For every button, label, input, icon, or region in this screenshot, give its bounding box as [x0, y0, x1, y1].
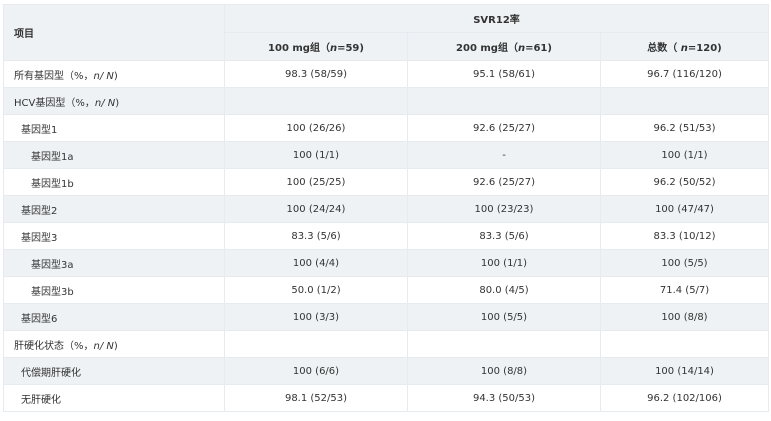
row-label: 基因型3	[3, 222, 225, 250]
table-row: 代偿期肝硬化 100 (6/6) 100 (8/8) 100 (14/14)	[3, 357, 770, 385]
row-value: 100 (5/5)	[407, 303, 601, 331]
row-value: 96.2 (50/52)	[599, 168, 770, 196]
row-value: 71.4 (5/7)	[599, 276, 770, 304]
row-label: 基因型1	[3, 114, 225, 142]
row-value: 100 (23/23)	[407, 195, 601, 223]
table-row: 基因型6 100 (3/3) 100 (5/5) 100 (8/8)	[3, 303, 770, 331]
table-row: 基因型1a 100 (1/1) -100 (1/1)	[3, 141, 770, 169]
row-value: 100 (5/5)	[599, 249, 770, 277]
row-value: 100 (1/1)	[599, 141, 770, 169]
row-label: 基因型3a	[3, 249, 225, 277]
table-row: 无肝硬化 98.1 (52/53) 94.3 (50/53) 96.2 (102/10…	[3, 384, 770, 412]
row-label: 无肝硬化	[3, 384, 225, 412]
row-value: 83.3 (5/6)	[407, 222, 601, 250]
row-value: 100 (14/14)	[599, 357, 770, 385]
row-value: -	[407, 141, 601, 169]
row-label: 代偿期肝硬化	[3, 357, 225, 385]
table-body: 所有基因型（%，n/ N) 98.3 (58/59) 95.1 (58/61) 96.…	[3, 60, 770, 412]
row-value: 94.3 (50/53)	[407, 384, 601, 412]
row-value: 95.1 (58/61)	[407, 60, 601, 88]
row-value	[224, 87, 408, 115]
row-value	[224, 330, 408, 358]
row-value: 100 (8/8)	[407, 357, 601, 385]
header-col-100mg: 100 mg组（n=59)	[224, 32, 408, 61]
row-value	[599, 87, 770, 115]
row-label: 所有基因型（%，n/ N)	[3, 60, 225, 88]
row-value: 98.3 (58/59)	[224, 60, 408, 88]
table-row: 所有基因型（%，n/ N) 98.3 (58/59) 95.1 (58/61) 96.…	[3, 60, 770, 88]
row-value: 100 (24/24)	[224, 195, 408, 223]
header-svr12: SVR12率	[223, 4, 770, 33]
row-value: 83.3 (10/12)	[599, 222, 770, 250]
row-value: 100 (26/26)	[224, 114, 408, 142]
row-value	[599, 330, 770, 358]
row-value: 100 (4/4)	[224, 249, 408, 277]
row-value: 98.1 (52/53)	[224, 384, 408, 412]
row-value: 100 (25/25)	[224, 168, 408, 196]
table-row: 基因型3b 50.0 (1/2) 80.0 (4/5) 71.4 (5/7)	[3, 276, 770, 304]
table-row: 基因型1b 100 (25/25) 92.6 (25/27) 96.2 (50/52)	[3, 168, 770, 196]
row-value: 100 (47/47)	[599, 195, 770, 223]
row-label: 基因型6	[3, 303, 225, 331]
row-value: 96.2 (51/53)	[599, 114, 770, 142]
table-row: 基因型3a 100 (4/4) 100 (1/1) 100 (5/5)	[3, 249, 770, 277]
row-value: 100 (1/1)	[407, 249, 601, 277]
table-row: 基因型2 100 (24/24) 100 (23/23) 100 (47/47)	[3, 195, 770, 223]
svr12-table: 项目 SVR12率 100 mg组（n=59) 200 mg组（n=61) 总数…	[3, 4, 770, 412]
row-label: 基因型2	[3, 195, 225, 223]
header-col-200mg: 200 mg组（n=61)	[407, 32, 601, 61]
row-value: 96.2 (102/106)	[599, 384, 770, 412]
row-value: 50.0 (1/2)	[224, 276, 408, 304]
header-col-total: 总数（ n=120)	[599, 32, 770, 61]
row-label: 基因型3b	[3, 276, 225, 304]
row-label: 肝硬化状态（%，n/ N)	[3, 330, 225, 358]
row-value	[407, 87, 601, 115]
row-value: 100 (8/8)	[599, 303, 770, 331]
row-label: 基因型1b	[3, 168, 225, 196]
row-value: 83.3 (5/6)	[224, 222, 408, 250]
row-value: 92.6 (25/27)	[407, 114, 601, 142]
row-label: HCV基因型（%，n/ N)	[3, 87, 225, 115]
table-row: 基因型1 100 (26/26) 92.6 (25/27) 96.2 (51/53)	[3, 114, 770, 142]
row-value: 100 (3/3)	[224, 303, 408, 331]
row-value: 100 (6/6)	[224, 357, 408, 385]
row-value: 96.7 (116/120)	[599, 60, 770, 88]
table-row: 基因型3 83.3 (5/6) 83.3 (5/6) 83.3 (10/12)	[3, 222, 770, 250]
row-label: 基因型1a	[3, 141, 225, 169]
row-value	[407, 330, 601, 358]
header-item: 项目	[3, 4, 225, 61]
table-row: 肝硬化状态（%，n/ N)	[3, 330, 770, 358]
row-value: 92.6 (25/27)	[407, 168, 601, 196]
row-value: 80.0 (4/5)	[407, 276, 601, 304]
table-row: HCV基因型（%，n/ N)	[3, 87, 770, 115]
row-value: 100 (1/1)	[224, 141, 408, 169]
